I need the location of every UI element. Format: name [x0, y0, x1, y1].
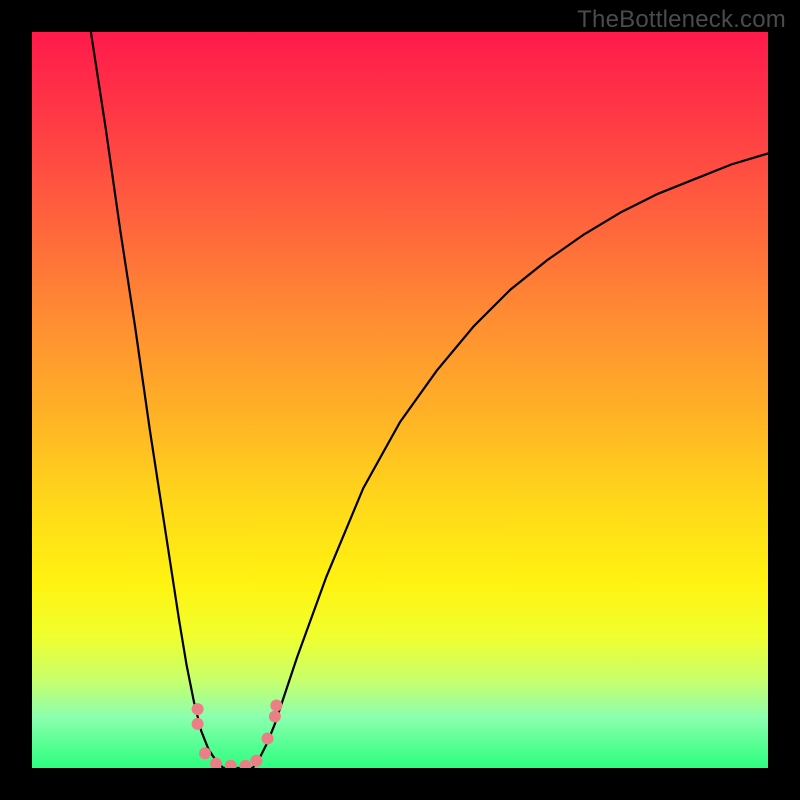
data-marker	[250, 755, 262, 767]
curve-left	[91, 32, 223, 768]
data-marker	[225, 760, 237, 768]
chart-frame: TheBottleneck.com	[0, 0, 800, 800]
data-marker	[192, 703, 204, 715]
data-marker	[192, 718, 204, 730]
bottleneck-curve	[32, 32, 768, 768]
plot-area	[32, 32, 768, 768]
data-marker	[199, 747, 211, 759]
data-marker	[210, 758, 222, 768]
curve-right	[253, 153, 768, 768]
data-marker	[239, 760, 251, 768]
data-marker	[270, 699, 282, 711]
watermark-text: TheBottleneck.com	[577, 6, 786, 34]
data-marker	[262, 733, 274, 745]
data-marker	[269, 710, 281, 722]
